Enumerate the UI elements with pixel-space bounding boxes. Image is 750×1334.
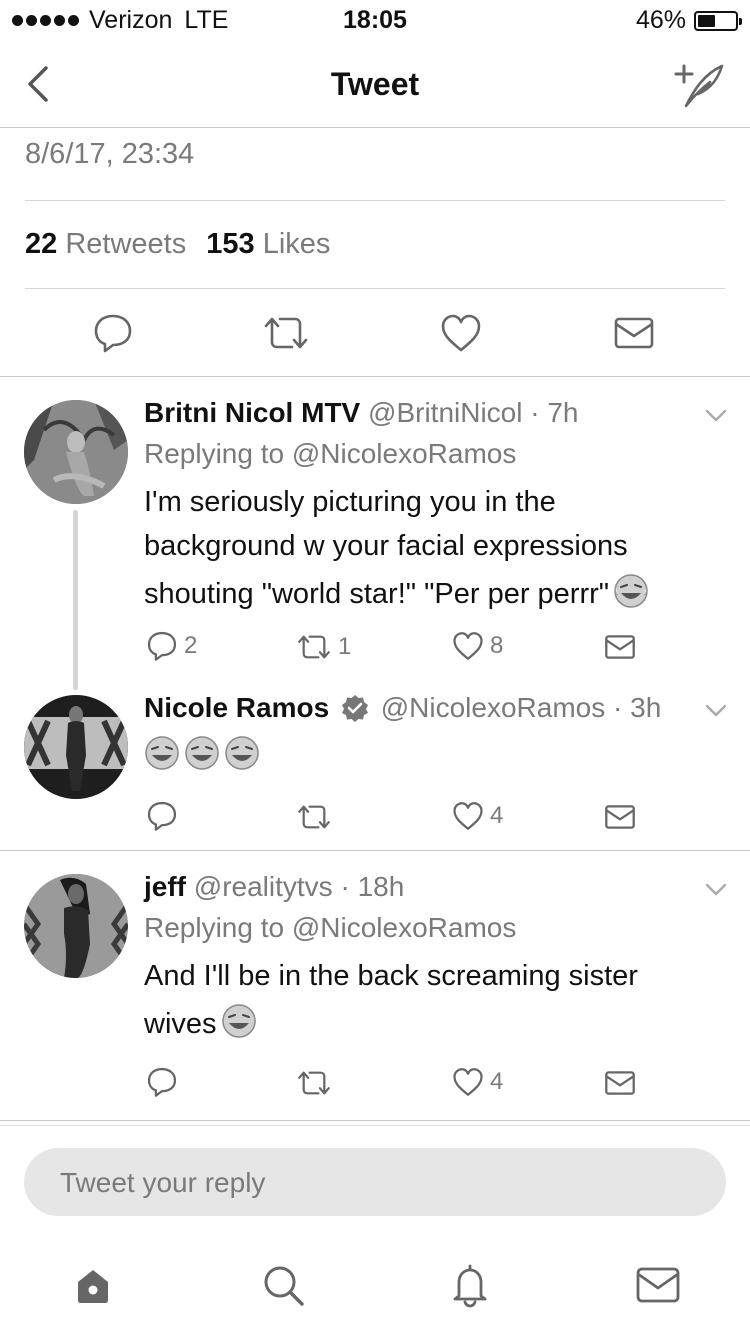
laughing-emoji-icon: [145, 736, 259, 770]
reply-text-line: wives: [144, 1008, 217, 1040]
divider: [0, 376, 750, 377]
retweet-count: 1: [338, 633, 352, 660]
like-icon: [453, 802, 483, 830]
divider: [25, 200, 725, 201]
battery-icon: [694, 10, 742, 31]
reply-action[interactable]: 2: [146, 630, 197, 662]
reply-text: [144, 734, 724, 774]
page-title: Tweet: [330, 66, 420, 102]
search-icon[interactable]: [260, 1262, 306, 1308]
divider: [0, 1125, 750, 1126]
retweet-icon: [298, 1071, 330, 1095]
reply-text: I'm seriously picturing you in the backg…: [144, 480, 724, 616]
reply-input-placeholder: Tweet your reply: [60, 1167, 266, 1198]
retweet-icon: [298, 805, 330, 829]
nav-bar: Tweet: [0, 40, 750, 128]
reply-time: 7h: [547, 397, 579, 428]
reply-icon: [147, 1067, 177, 1097]
reply-action[interactable]: [146, 1066, 178, 1098]
reply-input[interactable]: Tweet your reply: [24, 1148, 726, 1216]
like-count: 4: [490, 802, 504, 829]
reply-text-line: shouting "world star!" "Per per perrr": [144, 578, 610, 610]
reply-text: And I'll be in the back screaming sister…: [144, 954, 724, 1046]
reply-count: 2: [184, 632, 198, 659]
notifications-icon[interactable]: [447, 1262, 493, 1308]
messages-icon[interactable]: [635, 1262, 681, 1308]
reply-time: 18h: [357, 871, 405, 902]
chevron-down-icon[interactable]: [704, 408, 728, 424]
reply-icon: [147, 801, 177, 831]
like-action[interactable]: 8: [452, 631, 503, 661]
avatar[interactable]: [24, 400, 128, 504]
divider: [0, 850, 750, 851]
tweet-stats[interactable]: 22 Retweets 153 Likes: [25, 228, 330, 261]
likes-label: Likes: [262, 228, 331, 260]
battery-info: 46%: [635, 6, 742, 35]
like-action[interactable]: 4: [452, 801, 503, 831]
reply-icon[interactable]: [92, 312, 134, 354]
message-icon[interactable]: [604, 634, 636, 660]
like-count: 8: [490, 632, 504, 659]
status-bar: Verizon LTE 18:05 46%: [0, 0, 750, 40]
author-handle[interactable]: @NicolexoRamos: [381, 692, 606, 723]
message-icon[interactable]: [604, 1070, 636, 1096]
retweets-label: Retweets: [65, 228, 187, 260]
message-icon[interactable]: [604, 804, 636, 830]
like-action[interactable]: 4: [452, 1067, 503, 1097]
retweet-action[interactable]: [296, 1069, 332, 1097]
like-icon: [453, 1068, 483, 1096]
likes-count: 153: [206, 228, 255, 260]
chevron-down-icon[interactable]: [704, 703, 728, 719]
reply-header: Britni Nicol MTV @BritniNicol · 7h: [144, 397, 579, 428]
thread-connector: [73, 510, 78, 690]
divider: [25, 288, 725, 289]
retweet-icon[interactable]: [262, 314, 310, 352]
reply-icon: [147, 631, 177, 661]
retweets-count: 22: [25, 228, 58, 260]
retweet-action[interactable]: [296, 803, 332, 831]
battery-percent: 46%: [635, 6, 686, 34]
replying-to[interactable]: Replying to @NicolexoRamos: [144, 912, 516, 944]
verified-badge-icon: [341, 695, 368, 722]
like-icon: [453, 632, 483, 660]
divider: [0, 1120, 750, 1121]
author-name[interactable]: jeff: [144, 871, 186, 902]
author-name[interactable]: Britni Nicol MTV: [144, 397, 360, 428]
chevron-down-icon[interactable]: [704, 882, 728, 898]
reply-text-line: I'm seriously picturing you in the: [144, 486, 556, 518]
home-icon[interactable]: [70, 1262, 116, 1308]
reply-header: Nicole Ramos @NicolexoRamos · 3h: [144, 692, 662, 723]
author-handle[interactable]: @realitytvs: [194, 871, 333, 902]
like-icon[interactable]: [440, 313, 482, 353]
reply-header: jeff @realitytvs · 18h: [144, 871, 405, 902]
laughing-emoji-icon: [614, 574, 648, 608]
replying-to[interactable]: Replying to @NicolexoRamos: [144, 438, 516, 470]
author-handle[interactable]: @BritniNicol: [368, 397, 522, 428]
retweet-icon: [298, 635, 330, 659]
reply-action[interactable]: [146, 800, 178, 832]
reply-text-line: And I'll be in the back screaming sister: [144, 960, 638, 992]
compose-tweet-icon[interactable]: [672, 60, 726, 110]
avatar[interactable]: [24, 874, 128, 978]
author-name[interactable]: Nicole Ramos: [144, 692, 329, 723]
avatar[interactable]: [24, 695, 128, 799]
retweet-action[interactable]: 1: [296, 633, 351, 661]
reply-time: 3h: [630, 692, 662, 723]
message-icon[interactable]: [613, 316, 655, 350]
reply-text-line: background w your facial expressions: [144, 530, 628, 562]
tweet-timestamp: 8/6/17, 23:34: [25, 138, 195, 170]
like-count: 4: [490, 1068, 504, 1095]
laughing-emoji-icon: [221, 1004, 256, 1038]
